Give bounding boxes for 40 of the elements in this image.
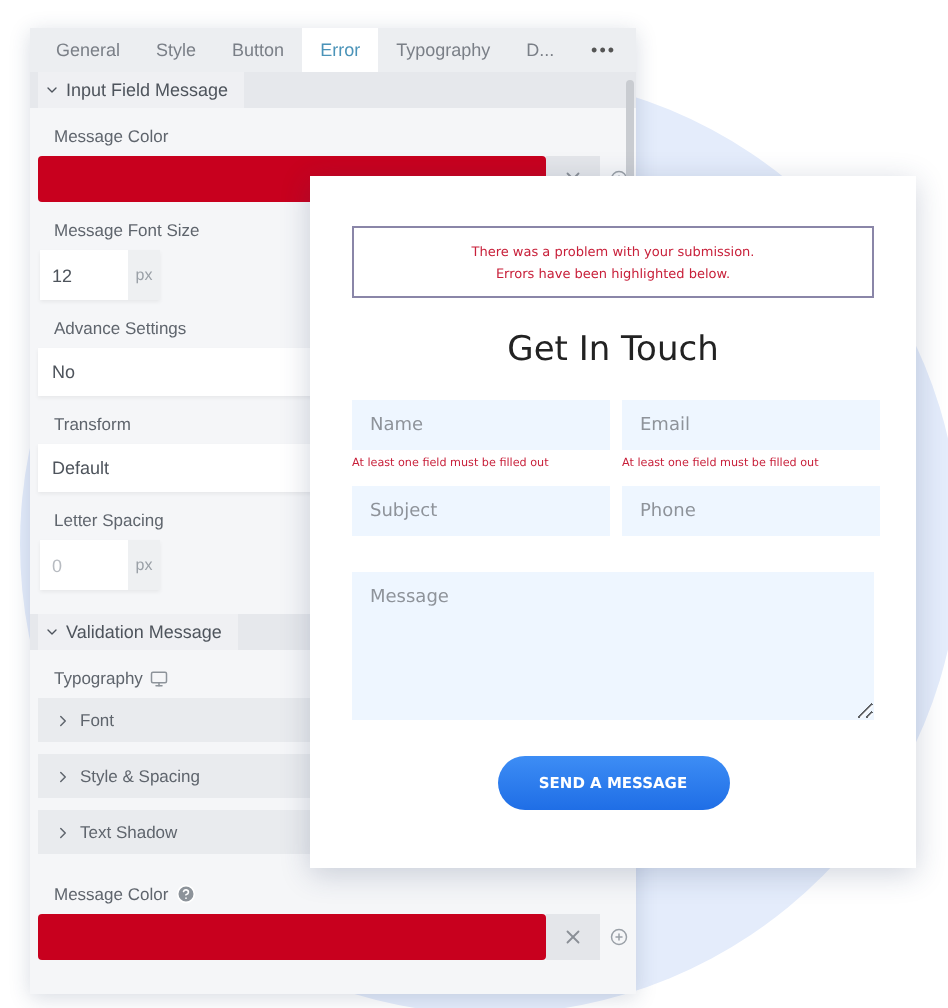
row-label: Font — [80, 710, 115, 730]
section-header[interactable]: Validation Message — [38, 614, 238, 650]
tab[interactable]: Style — [138, 28, 215, 72]
number-input[interactable]: 12 — [40, 250, 128, 300]
field-label: Message Font Size — [54, 220, 200, 240]
number-input[interactable]: 0 — [40, 540, 128, 590]
message-field[interactable]: Message — [352, 572, 874, 720]
unit-label: px — [128, 540, 160, 590]
chevron-icon — [54, 823, 72, 841]
field-label: Advance Settings — [54, 318, 187, 338]
tab[interactable]: D... — [508, 28, 573, 72]
field-label: Message Color — [54, 884, 169, 904]
row-label: Style & Spacing — [80, 766, 201, 786]
text-input[interactable]: Phone — [622, 486, 880, 536]
form-title: Get In Touch — [505, 330, 721, 370]
chevron-icon — [44, 624, 60, 640]
tab[interactable]: Typography — [378, 28, 509, 72]
section-header[interactable]: Input Field Message — [38, 72, 245, 108]
text-input[interactable]: Email — [622, 400, 880, 450]
more-button[interactable]: ••• — [591, 28, 616, 72]
monitor-icon[interactable] — [150, 669, 169, 687]
field-label: Letter Spacing — [54, 510, 164, 530]
chevron-icon — [54, 767, 72, 785]
text-input[interactable]: Subject — [352, 486, 610, 536]
color-swatch[interactable] — [38, 914, 547, 960]
help-icon[interactable] — [176, 884, 197, 904]
text-input[interactable]: Name — [352, 400, 610, 450]
tab[interactable]: General — [38, 28, 139, 72]
tab[interactable]: Button — [214, 28, 303, 72]
close-icon — [562, 926, 585, 948]
chevron-icon — [44, 82, 60, 98]
clear-button[interactable] — [546, 914, 600, 960]
chevron-icon — [54, 711, 72, 729]
field-label: Message Color — [54, 126, 169, 146]
add-icon[interactable] — [610, 928, 628, 946]
field-label: Typography — [54, 668, 143, 688]
field-label: Transform — [54, 414, 131, 434]
row-label: Text Shadow — [80, 822, 178, 842]
tab[interactable]: Error — [302, 28, 379, 72]
unit-label: px — [128, 250, 160, 300]
